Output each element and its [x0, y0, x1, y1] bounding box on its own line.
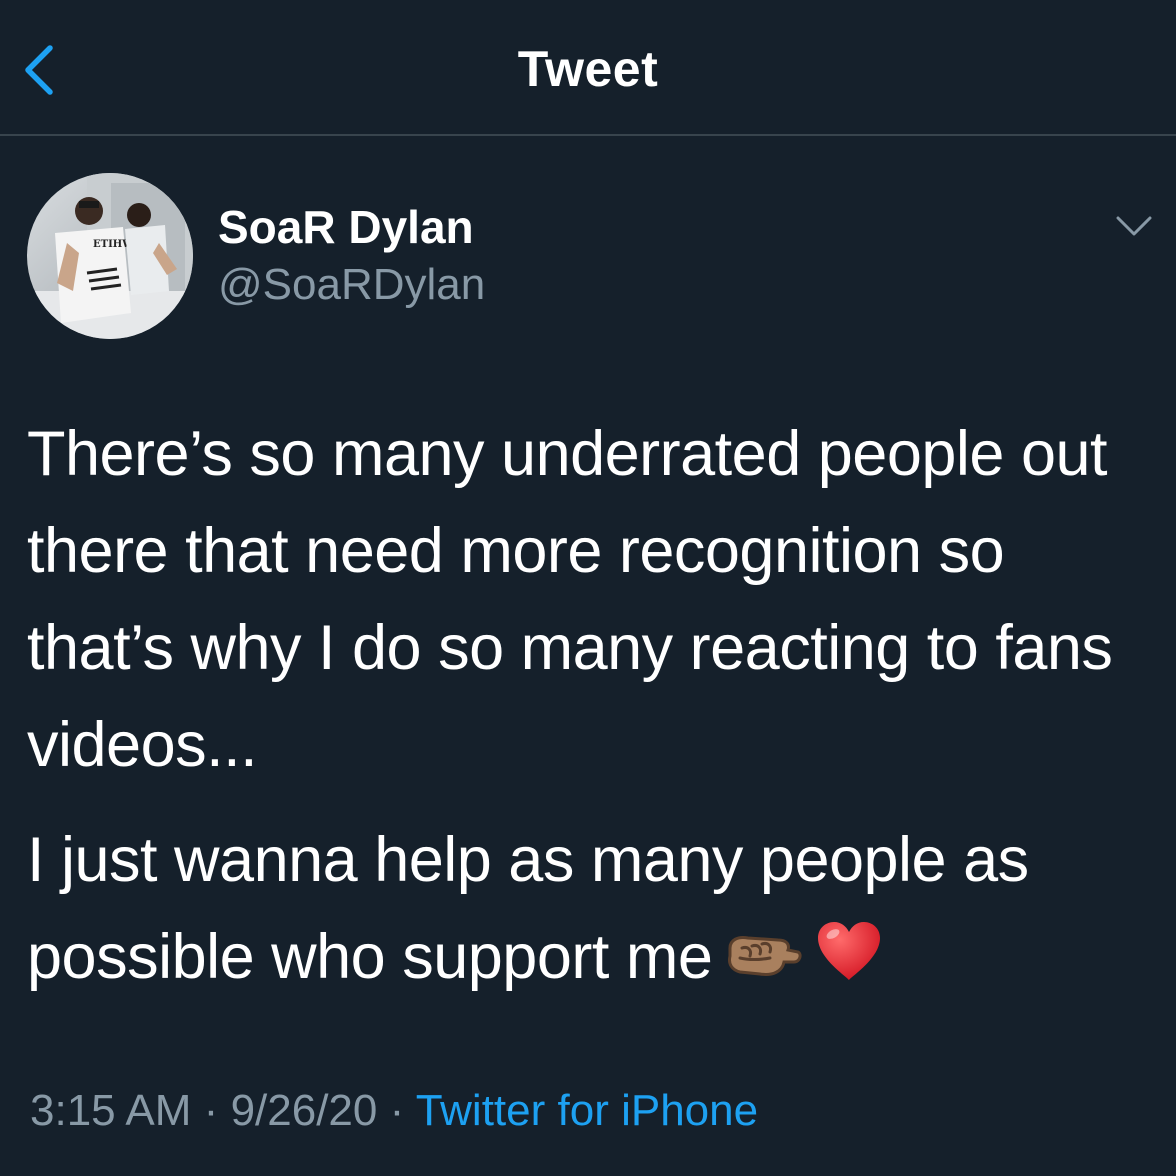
more-options-button[interactable] — [1112, 206, 1156, 246]
tweet-source-link[interactable]: Twitter for iPhone — [416, 1086, 758, 1135]
tweet-text: There’s so many underrated people out th… — [27, 406, 1147, 1010]
avatar-image: ETIHW — [27, 173, 193, 339]
tweet-meta: 3:15 AM · 9/26/20 · Twitter for iPhone — [30, 1086, 758, 1136]
tweet-time: 3:15 AM — [30, 1086, 192, 1135]
red-heart-icon — [816, 913, 882, 1010]
tweet-paragraph: There’s so many underrated people out th… — [27, 419, 1113, 780]
meta-separator: · — [203, 1086, 219, 1135]
fist-icon — [726, 913, 802, 1010]
page-title: Tweet — [517, 41, 659, 97]
author-display-name[interactable]: SoaR Dylan — [218, 200, 474, 254]
author-handle[interactable]: @SoaRDylan — [218, 260, 485, 310]
avatar[interactable]: ETIHW — [27, 173, 193, 339]
meta-separator: · — [389, 1086, 405, 1135]
chevron-down-icon — [1116, 216, 1152, 236]
tweet-paragraph: I just wanna help as many people as poss… — [27, 812, 1147, 1010]
nav-bar: Tweet — [0, 0, 1176, 136]
tweet-date: 9/26/20 — [230, 1086, 378, 1135]
